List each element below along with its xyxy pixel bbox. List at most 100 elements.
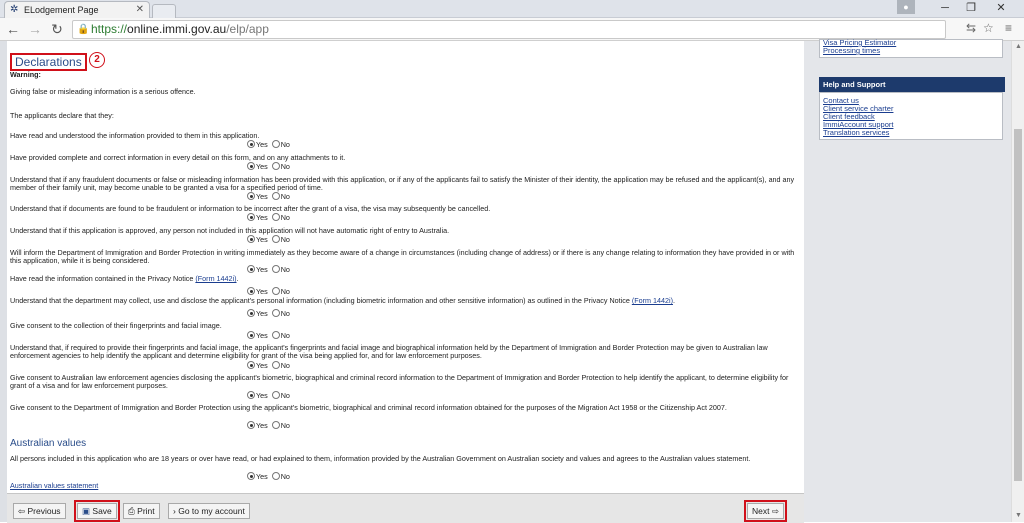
declaration-text: Give consent to the collection of their …	[10, 321, 222, 330]
no-radio[interactable]	[271, 331, 280, 339]
no-label: No	[280, 361, 290, 370]
yes-label: Yes	[256, 309, 268, 318]
yes-radio[interactable]	[247, 421, 255, 429]
next-button[interactable]: Next ⇨	[744, 500, 787, 522]
privacy-notice-link[interactable]: (Form 1442i)	[632, 296, 673, 305]
no-radio[interactable]	[271, 192, 280, 200]
yes-radio[interactable]	[247, 140, 255, 148]
menu-icon[interactable]: ≡	[1005, 21, 1012, 35]
form-toolbar: ⇦ Previous ▣ Save ⎙ Print › Go to my acc…	[7, 493, 804, 523]
no-radio[interactable]	[271, 287, 280, 295]
declaration-text: Give consent to Australian law enforceme…	[10, 373, 789, 391]
no-radio[interactable]	[271, 162, 280, 170]
yes-no-group: Yes No	[247, 213, 294, 222]
url-input[interactable]: 🔒 https://online.immi.gov.au/elp/app	[72, 20, 946, 39]
browser-tab[interactable]: ✲ ELodgement Page ✕	[4, 1, 150, 18]
no-label: No	[280, 421, 290, 430]
window-close-icon[interactable]: ✕	[988, 0, 1014, 17]
new-tab-button[interactable]	[152, 4, 176, 18]
translation-services-link[interactable]: Translation services	[823, 129, 1005, 137]
yes-radio[interactable]	[247, 192, 255, 200]
previous-button[interactable]: ⇦ Previous	[13, 503, 66, 519]
no-radio[interactable]	[271, 361, 280, 369]
declaration-text: Understand that if any fraudulent docume…	[10, 175, 795, 193]
yes-radio[interactable]	[247, 472, 255, 480]
declarations-content: Declarations 2 Warning: Giving false or …	[7, 41, 804, 493]
yes-radio[interactable]	[247, 287, 255, 295]
yes-label: Yes	[256, 331, 268, 340]
declaration-text: Understand that, if required to provide …	[10, 343, 768, 361]
warning-label: Warning:	[10, 70, 41, 79]
url-path: /elp/app	[226, 22, 269, 36]
save-icon: ▣	[82, 506, 93, 516]
no-radio[interactable]	[271, 421, 280, 429]
yes-no-group: Yes No	[247, 472, 294, 481]
yes-label: Yes	[256, 192, 268, 201]
no-radio[interactable]	[271, 140, 280, 148]
declaration-personal-info: Understand that the department may colle…	[10, 296, 675, 305]
no-radio[interactable]	[271, 265, 280, 273]
help-links: Contact us Client service charter Client…	[819, 93, 1005, 137]
reload-icon[interactable]: ↻	[48, 20, 66, 38]
no-label: No	[280, 140, 290, 149]
lock-icon: 🔒	[77, 24, 90, 35]
yes-label: Yes	[256, 361, 268, 370]
page-scrollbar[interactable]: ▲ ▼	[1011, 41, 1024, 522]
save-button[interactable]: ▣ Save	[74, 500, 120, 522]
go-to-account-button[interactable]: › Go to my account	[168, 503, 250, 519]
tools-links: Visa Pricing Estimator Processing times	[819, 37, 1005, 55]
print-button[interactable]: ⎙ Print	[123, 503, 160, 519]
declaration-text: Have provided complete and correct infor…	[10, 153, 346, 162]
scrollbar-thumb[interactable]	[1014, 129, 1022, 481]
no-label: No	[280, 391, 290, 400]
yes-radio[interactable]	[247, 162, 255, 170]
scroll-down-icon[interactable]: ▼	[1012, 510, 1024, 522]
step-annotation-badge: 2	[89, 52, 105, 68]
yes-no-group: Yes No	[247, 140, 294, 149]
tab-close-icon[interactable]: ✕	[136, 2, 144, 18]
yes-radio[interactable]	[247, 309, 255, 317]
no-radio[interactable]	[271, 309, 280, 317]
no-label: No	[280, 213, 290, 222]
no-label: No	[280, 331, 290, 340]
translate-icon[interactable]: ⇆	[966, 21, 976, 35]
yes-no-group: Yes No	[247, 309, 294, 318]
restore-icon[interactable]: ❐	[958, 0, 984, 17]
no-label: No	[280, 192, 290, 201]
declaration-text: Have read and understood the information…	[10, 131, 260, 140]
yes-radio[interactable]	[247, 213, 255, 221]
processing-times-link[interactable]: Processing times	[823, 47, 1005, 55]
yes-radio[interactable]	[247, 361, 255, 369]
no-label: No	[280, 472, 290, 481]
url-protocol: https://	[91, 22, 128, 36]
australian-values-link[interactable]: Australian values statement	[10, 481, 98, 490]
australian-values-text: All persons included in this application…	[10, 454, 751, 463]
no-label: No	[280, 309, 290, 318]
yes-label: Yes	[256, 235, 268, 244]
declaration-text: Give consent to the Department of Immigr…	[10, 403, 727, 412]
yes-radio[interactable]	[247, 235, 255, 243]
forward-icon[interactable]: →	[26, 20, 44, 38]
no-radio[interactable]	[271, 472, 280, 480]
yes-radio[interactable]	[247, 391, 255, 399]
bookmark-star-icon[interactable]: ☆	[983, 21, 994, 35]
yes-radio[interactable]	[247, 331, 255, 339]
yes-label: Yes	[256, 140, 268, 149]
yes-label: Yes	[256, 287, 268, 296]
profile-icon[interactable]: ●	[897, 0, 915, 14]
minimize-icon[interactable]: ─	[932, 0, 958, 17]
web-page: Declarations 2 Warning: Giving false or …	[0, 39, 1024, 523]
no-radio[interactable]	[271, 213, 280, 221]
no-radio[interactable]	[271, 391, 280, 399]
yes-radio[interactable]	[247, 265, 255, 273]
no-label: No	[280, 265, 290, 274]
back-icon[interactable]: ←	[4, 20, 22, 38]
site-favicon-icon: ✲	[10, 4, 19, 15]
no-label: No	[280, 162, 290, 171]
privacy-notice-link[interactable]: (Form 1442i)	[195, 274, 236, 283]
url-host: online.immi.gov.au	[127, 22, 227, 36]
no-radio[interactable]	[271, 235, 280, 243]
declarations-intro: The applicants declare that they:	[10, 111, 114, 120]
scroll-up-icon[interactable]: ▲	[1012, 41, 1024, 53]
help-support-heading: Help and Support	[819, 77, 1005, 92]
